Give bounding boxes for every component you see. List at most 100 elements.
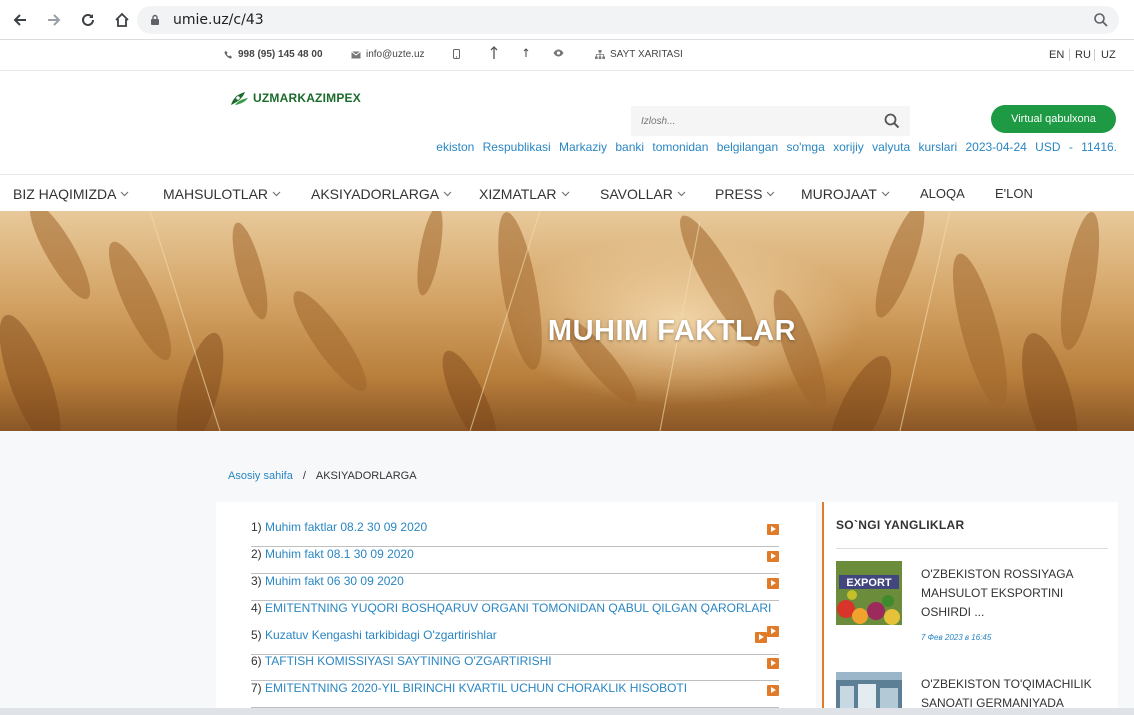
document-link[interactable]: EMITENTNING YUQORI BOSHQARUV ORGANI TOMO… <box>265 601 771 615</box>
reload-icon <box>82 13 94 26</box>
document-row[interactable]: 1) Muhim faktlar 08.2 30 09 2020 <box>251 520 779 547</box>
document-link[interactable]: TAFTISH KOMISSIYASI SAYTINING O'ZGARTIRI… <box>265 654 552 668</box>
chevron-down-icon <box>561 191 569 197</box>
nav-label: MUROJAAT <box>801 186 877 202</box>
chevron-down-icon <box>677 191 686 197</box>
nav-label: SAVOLLAR <box>600 186 673 202</box>
play-arrow-icon[interactable] <box>767 551 779 562</box>
thumb-label: EXPORT <box>846 577 892 589</box>
lang-ru[interactable]: RU <box>1075 49 1091 61</box>
breadcrumb-home-link[interactable]: Asosiy sahifa <box>228 470 293 482</box>
divider <box>836 548 1108 549</box>
row-number: 6) <box>251 654 262 668</box>
cotton-leaf-icon <box>231 92 248 105</box>
news-item-date: 7 Фев 2023 в 16:45 <box>921 633 992 642</box>
nav-label: E'LON <box>995 186 1033 201</box>
play-arrow-icon[interactable] <box>767 578 779 589</box>
document-link[interactable]: Muhim faktlar 08.2 30 09 2020 <box>265 520 427 534</box>
row-number: 4) <box>251 601 262 615</box>
news-thumbnail[interactable]: EXPORT <box>836 561 902 625</box>
font-increase-link[interactable] <box>490 46 498 60</box>
chevron-down-icon <box>121 191 129 197</box>
nav-mahsulotlar[interactable]: MAHSULOTLAR <box>163 186 281 202</box>
virtual-reception-button[interactable]: Virtual qabulxona <box>991 105 1116 133</box>
font-increase-icon <box>490 46 498 59</box>
document-link[interactable]: Muhim fakt 06 30 09 2020 <box>265 574 404 588</box>
play-arrow-icon[interactable] <box>767 524 779 535</box>
lang-divider <box>1069 49 1070 61</box>
mobile-version-link[interactable] <box>453 49 460 59</box>
document-link[interactable]: Kuzatuv Kengashi tarkibidagi O'zgartiris… <box>265 628 497 642</box>
logo-text: UZMARKAZIMPEX <box>253 91 361 105</box>
nav-label: BIZ HAQIMIZDA <box>13 186 117 202</box>
nav-press[interactable]: PRESS <box>715 186 775 202</box>
search-icon[interactable] <box>884 113 900 129</box>
chevron-down-icon <box>443 191 452 197</box>
document-row[interactable]: 5) Kuzatuv Kengashi tarkibidagi O'zgarti… <box>251 626 779 655</box>
document-row[interactable]: 3) Muhim fakt 06 30 09 2020 <box>251 574 779 601</box>
hero-banner: MUHIM FAKTLAR <box>0 211 1134 431</box>
nav-xizmatlar[interactable]: XIZMATLAR <box>479 186 570 202</box>
phone-number: 998 (95) 145 48 00 <box>238 49 323 60</box>
page-title: MUHIM FAKTLAR <box>547 315 797 347</box>
breadcrumb: Asosiy sahifa / AKSIYADORLARGA <box>228 470 417 482</box>
envelope-icon <box>351 50 361 58</box>
nav-label: MAHSULOTLAR <box>163 186 269 202</box>
play-arrow-icon[interactable] <box>767 685 779 696</box>
phone-link[interactable]: 998 (95) 145 48 00 <box>224 49 323 60</box>
nav-aksiyadorlarga[interactable]: AKSIYADORLARGA <box>311 186 452 202</box>
nav-savollar[interactable]: SAVOLLAR <box>600 186 686 202</box>
latest-news-panel: SO`NGI YANGLIKLAR EXPORT O'ZBEKISTON ROS… <box>822 502 1118 715</box>
play-arrow-icon[interactable] <box>767 626 779 637</box>
top-info-bar: 998 (95) 145 48 00 info@uzte.uz SAYT XAR… <box>0 40 1134 71</box>
nav-biz-haqimizda[interactable]: BIZ HAQIMIZDA <box>13 186 129 202</box>
document-row[interactable]: 2) Muhim fakt 08.1 30 09 2020 <box>251 547 779 574</box>
nav-label: PRESS <box>715 186 763 202</box>
browser-toolbar: umie.uz/c/43 <box>0 0 1134 40</box>
nav-murojaat[interactable]: MUROJAAT <box>801 186 890 202</box>
nav-aloqa[interactable]: ALOQA <box>920 186 965 201</box>
address-bar[interactable]: umie.uz/c/43 <box>137 6 1119 34</box>
row-number: 3) <box>251 574 262 588</box>
sitemap-link[interactable]: SAYT XARITASI <box>595 49 683 60</box>
site-logo[interactable]: UZMARKAZIMPEX <box>229 89 361 107</box>
eye-icon <box>553 49 564 57</box>
forward-arrow-icon <box>48 13 61 26</box>
nav-elon[interactable]: E'LON <box>995 186 1033 201</box>
document-link[interactable]: EMITENTNING 2020-YIL BIRINCHI KVARTIL UC… <box>265 681 687 695</box>
home-button[interactable] <box>106 4 138 36</box>
zoom-icon[interactable] <box>1093 12 1109 28</box>
back-arrow-icon <box>13 13 26 26</box>
back-button[interactable] <box>4 4 36 36</box>
sitemap-icon <box>595 50 605 59</box>
lang-en[interactable]: EN <box>1049 49 1064 61</box>
export-produce-image: EXPORT <box>836 561 902 625</box>
document-link[interactable]: Muhim fakt 08.1 30 09 2020 <box>265 547 414 561</box>
breadcrumb-current: AKSIYADORLARGA <box>315 470 417 482</box>
play-arrow-icon[interactable] <box>767 658 779 669</box>
document-row[interactable]: 7) EMITENTNING 2020-YIL BIRINCHI KVARTIL… <box>251 681 779 708</box>
document-row[interactable]: 4) EMITENTNING YUQORI BOSHQARUV ORGANI T… <box>251 601 779 628</box>
home-icon <box>115 12 129 27</box>
font-decrease-link[interactable] <box>523 48 529 58</box>
reload-button[interactable] <box>72 4 104 36</box>
news-heading: SO`NGI YANGLIKLAR <box>836 518 965 532</box>
nav-label: AKSIYADORLARGA <box>311 186 440 202</box>
accessibility-link[interactable] <box>553 49 564 57</box>
forward-button[interactable] <box>38 4 70 36</box>
lang-uz[interactable]: UZ <box>1101 49 1116 61</box>
phone-icon <box>224 50 233 59</box>
row-number: 5) <box>251 628 262 642</box>
email-link[interactable]: info@uzte.uz <box>351 49 425 60</box>
documents-list: 1) Muhim faktlar 08.2 30 09 2020 2) Muhi… <box>216 502 816 715</box>
email-address: info@uzte.uz <box>366 49 425 60</box>
news-item-title[interactable]: O'ZBEKISTON ROSSIYAGA MAHSULOT EKSPORTIN… <box>921 565 1111 622</box>
breadcrumb-separator: / <box>302 470 306 482</box>
site-search <box>631 106 910 136</box>
document-row[interactable]: 6) TAFTISH KOMISSIYASI SAYTINING O'ZGART… <box>251 654 779 681</box>
mobile-icon <box>453 49 460 59</box>
play-arrow-icon[interactable] <box>755 632 767 643</box>
nav-label: ALOQA <box>920 186 965 201</box>
currency-ticker: ekiston Respublikasi Markaziy banki tomo… <box>436 140 1117 154</box>
search-input[interactable] <box>631 106 871 136</box>
